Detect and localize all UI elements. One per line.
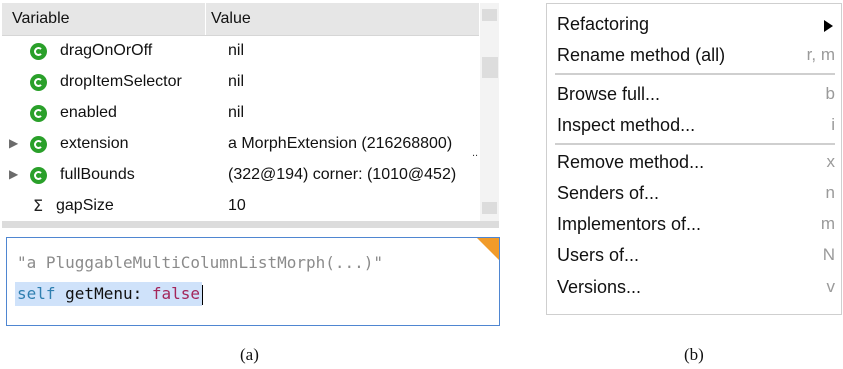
- pane-splitter[interactable]: [2, 221, 499, 228]
- variable-value: nil: [228, 73, 245, 90]
- inspector-panel: Variable Value dragOnOrOff nil dropItemS…: [2, 3, 500, 326]
- menu-item-shortcut: N: [822, 245, 835, 264]
- menu-item-shortcut: r, m: [806, 45, 835, 64]
- context-menu: Refactoring Rename method (all) r, m Bro…: [546, 3, 842, 315]
- menu-item-versions[interactable]: Versions... v: [547, 271, 841, 302]
- expand-arrow-icon[interactable]: ▶: [9, 167, 19, 181]
- scroll-up-button[interactable]: [482, 9, 497, 21]
- menu-item-label: Inspect method...: [557, 115, 696, 135]
- menu-item-browse-full[interactable]: Browse full... b: [547, 78, 841, 109]
- menu-separator: [555, 143, 835, 145]
- menu-item-inspect-method[interactable]: Inspect method... i: [547, 109, 841, 140]
- vertical-scrollbar[interactable]: [480, 3, 499, 221]
- code-keyword-false: false: [151, 284, 201, 303]
- variable-value: 10: [228, 197, 246, 214]
- variable-value: nil: [228, 42, 245, 59]
- variable-value: a MorphExtension (216268800): [228, 135, 453, 152]
- table-row[interactable]: enabled nil: [2, 98, 479, 129]
- menu-item-label: Refactoring: [557, 14, 650, 34]
- menu-item-label: Rename method (all): [557, 45, 726, 65]
- code-evaluator-pane[interactable]: "a PluggableMultiColumnListMorph(...)" s…: [6, 237, 500, 326]
- menu-item-senders-of[interactable]: Senders of... n: [547, 177, 841, 208]
- menu-item-label: Senders of...: [557, 183, 660, 203]
- scroll-down-button[interactable]: [482, 202, 497, 214]
- variable-name: fullBounds: [60, 166, 135, 183]
- variable-name: dragOnOrOff: [60, 42, 153, 59]
- code-message: getMenu:: [55, 284, 152, 303]
- column-header-value[interactable]: Value: [205, 3, 251, 35]
- menu-item-shortcut: m: [820, 214, 835, 233]
- truncation-marker: ..: [472, 147, 479, 159]
- variable-name: extension: [60, 135, 129, 152]
- menu-item-users-of[interactable]: Users of... N: [547, 239, 841, 270]
- variable-value: (322@194) corner: (1010@452): [228, 166, 457, 183]
- instance-variable-icon: [30, 43, 47, 60]
- table-header: Variable Value: [2, 3, 479, 36]
- sigma-icon: Σ: [33, 196, 44, 215]
- scroll-thumb[interactable]: [482, 57, 498, 78]
- column-header-variable[interactable]: Variable: [12, 10, 70, 28]
- menu-item-label: Versions...: [557, 277, 642, 297]
- selected-code: self getMenu: false: [15, 282, 203, 306]
- menu-item-label: Implementors of...: [557, 214, 702, 234]
- variable-value: nil: [228, 104, 245, 121]
- variable-name: dropItemSelector: [60, 73, 182, 90]
- menu-item-shortcut: i: [831, 115, 835, 134]
- instance-variable-icon: [30, 74, 47, 91]
- menu-separator: [555, 73, 835, 75]
- table-row[interactable]: dragOnOrOff nil: [2, 36, 479, 67]
- menu-item-shortcut: b: [825, 84, 835, 103]
- variable-name: enabled: [60, 104, 117, 121]
- table-row[interactable]: ▶ extension a MorphExtension (216268800)…: [2, 129, 479, 160]
- menu-item-shortcut: x: [826, 152, 836, 171]
- instance-variable-icon: [30, 167, 47, 184]
- menu-item-label: Browse full...: [557, 84, 661, 104]
- table-row[interactable]: dropItemSelector nil: [2, 67, 479, 98]
- caption-a: (a): [240, 345, 259, 364]
- menu-item-shortcut: n: [825, 183, 835, 202]
- code-comment-line: "a PluggableMultiColumnListMorph(...)": [17, 253, 384, 272]
- instance-variable-icon: [30, 136, 47, 153]
- menu-item-implementors-of[interactable]: Implementors of... m: [547, 208, 841, 239]
- menu-item-refactoring[interactable]: Refactoring: [547, 8, 841, 39]
- variable-name: gapSize: [56, 197, 114, 214]
- text-caret: [202, 284, 204, 305]
- instance-variable-icon: [30, 105, 47, 122]
- menu-item-rename-method[interactable]: Rename method (all) r, m: [547, 39, 841, 70]
- table-row[interactable]: Σ gapSize 10: [2, 191, 479, 222]
- menu-item-remove-method[interactable]: Remove method... x: [547, 146, 841, 177]
- corner-marker-icon: [477, 238, 499, 260]
- code-keyword-self: self: [17, 284, 56, 303]
- menu-item-label: Users of...: [557, 245, 640, 265]
- table-row[interactable]: ▶ fullBounds (322@194) corner: (1010@452…: [2, 160, 479, 191]
- code-selected-line[interactable]: self getMenu: false: [15, 282, 204, 306]
- submenu-arrow-icon: [824, 20, 833, 32]
- expand-arrow-icon[interactable]: ▶: [9, 136, 19, 150]
- caption-b: (b): [684, 345, 704, 364]
- menu-item-shortcut: v: [826, 277, 836, 296]
- menu-item-label: Remove method...: [557, 152, 705, 172]
